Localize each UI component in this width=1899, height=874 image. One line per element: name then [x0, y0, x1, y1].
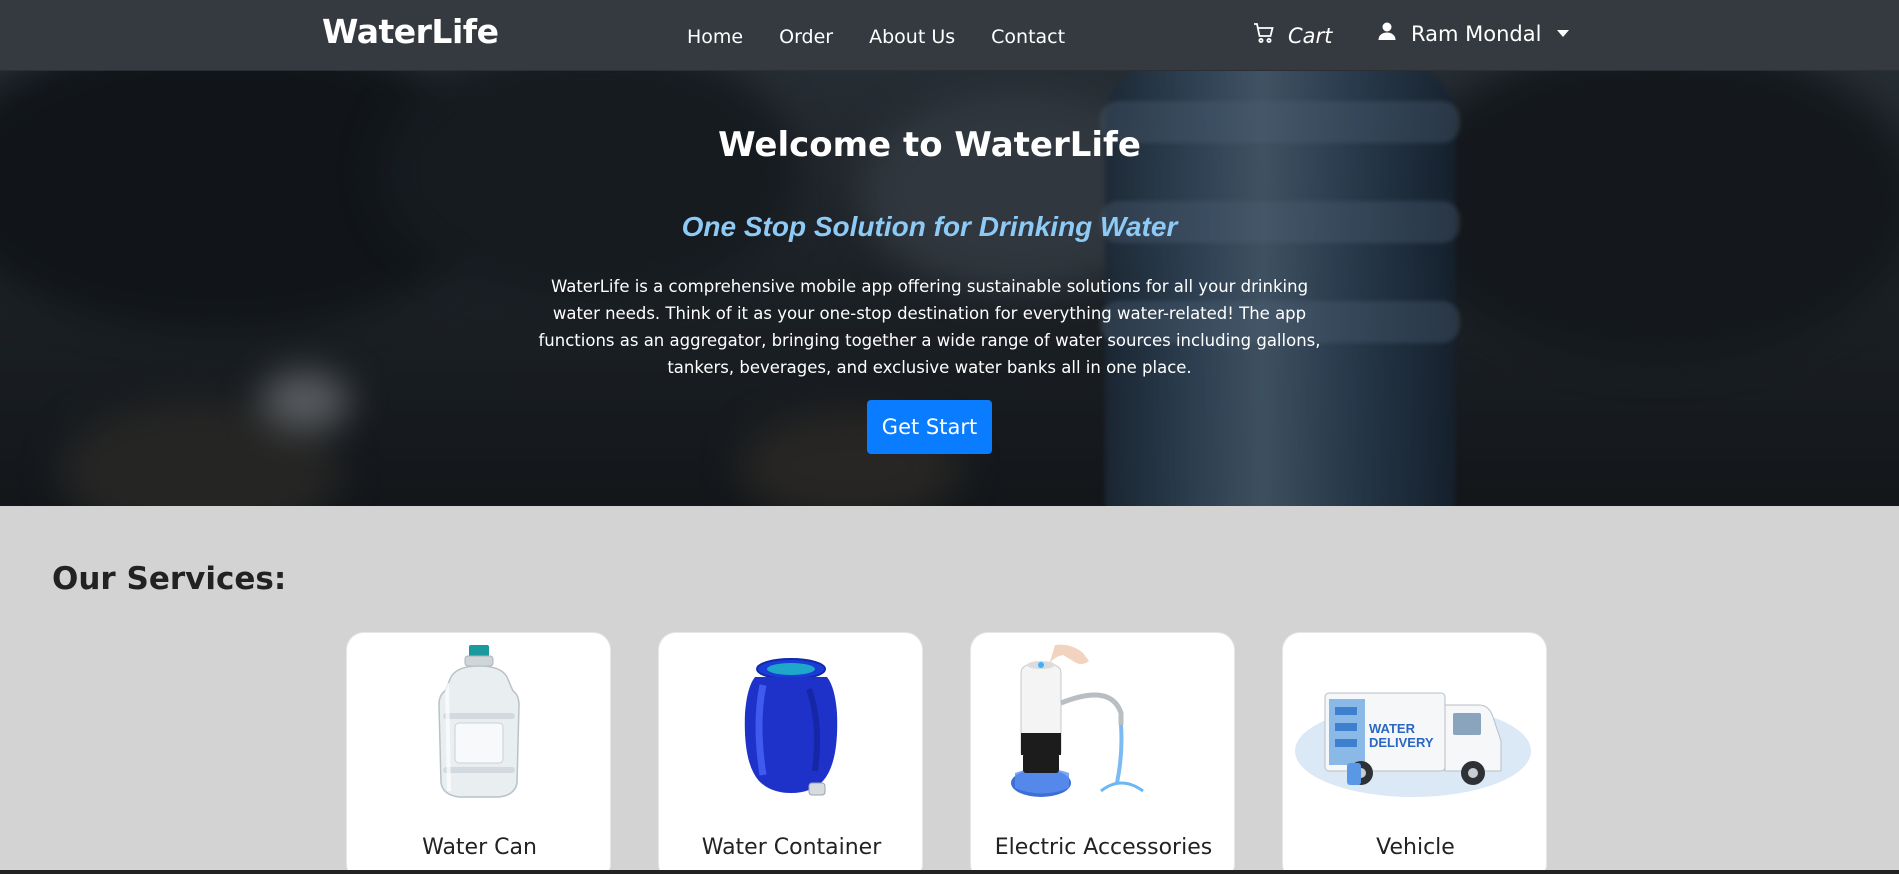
cart-link[interactable]: Cart — [1252, 21, 1332, 50]
card-label: Vehicle — [1376, 835, 1455, 860]
nav-link-contact[interactable]: Contact — [991, 24, 1065, 50]
service-card-electric-accessories[interactable]: Electric Accessories — [970, 632, 1235, 874]
card-label: Electric Accessories — [994, 835, 1213, 860]
services-cards: Water Can Water Container Electric Acces… — [0, 632, 1899, 874]
cart-icon — [1252, 21, 1276, 50]
hero-description: WaterLife is a comprehensive mobile app … — [538, 277, 1321, 377]
truck-text-water: WATER — [1369, 721, 1416, 736]
user-name: Ram Mondal — [1411, 21, 1542, 46]
nav-link-home[interactable]: Home — [687, 24, 743, 50]
brand-logo[interactable]: WaterLife — [322, 12, 499, 51]
user-menu-dropdown[interactable]: Ram Mondal — [1377, 21, 1570, 46]
service-card-vehicle[interactable]: WATER DELIVERY Vehicle — [1282, 632, 1547, 874]
hero-title: Welcome to WaterLife — [718, 125, 1141, 165]
water-container-image — [744, 658, 838, 796]
water-can-image — [438, 645, 520, 798]
get-start-button[interactable]: Get Start — [867, 400, 992, 454]
service-card-water-can[interactable]: Water Can — [346, 632, 611, 874]
bottom-edge — [0, 870, 1899, 874]
hero-section: Welcome to WaterLife One Stop Solution f… — [0, 71, 1899, 506]
chevron-down-icon — [1557, 30, 1570, 37]
card-label: Water Can — [422, 835, 537, 860]
service-card-water-container[interactable]: Water Container — [658, 632, 923, 874]
delivery-truck-image: WATER DELIVERY — [1295, 692, 1531, 797]
electric-pump-image — [1011, 644, 1144, 797]
nav-links: Home Order About Us Contact — [687, 24, 1101, 50]
navbar: WaterLife Home Order About Us Contact Ca… — [0, 0, 1899, 71]
nav-link-order[interactable]: Order — [779, 24, 833, 50]
hero-subtitle: One Stop Solution for Drinking Water — [681, 211, 1178, 242]
card-label: Water Container — [701, 835, 882, 860]
nav-link-about-us[interactable]: About Us — [869, 24, 955, 50]
truck-text-delivery: DELIVERY — [1369, 735, 1434, 750]
services-title: Our Services: — [52, 561, 287, 597]
cart-label: Cart — [1288, 23, 1333, 48]
user-icon — [1377, 21, 1397, 46]
